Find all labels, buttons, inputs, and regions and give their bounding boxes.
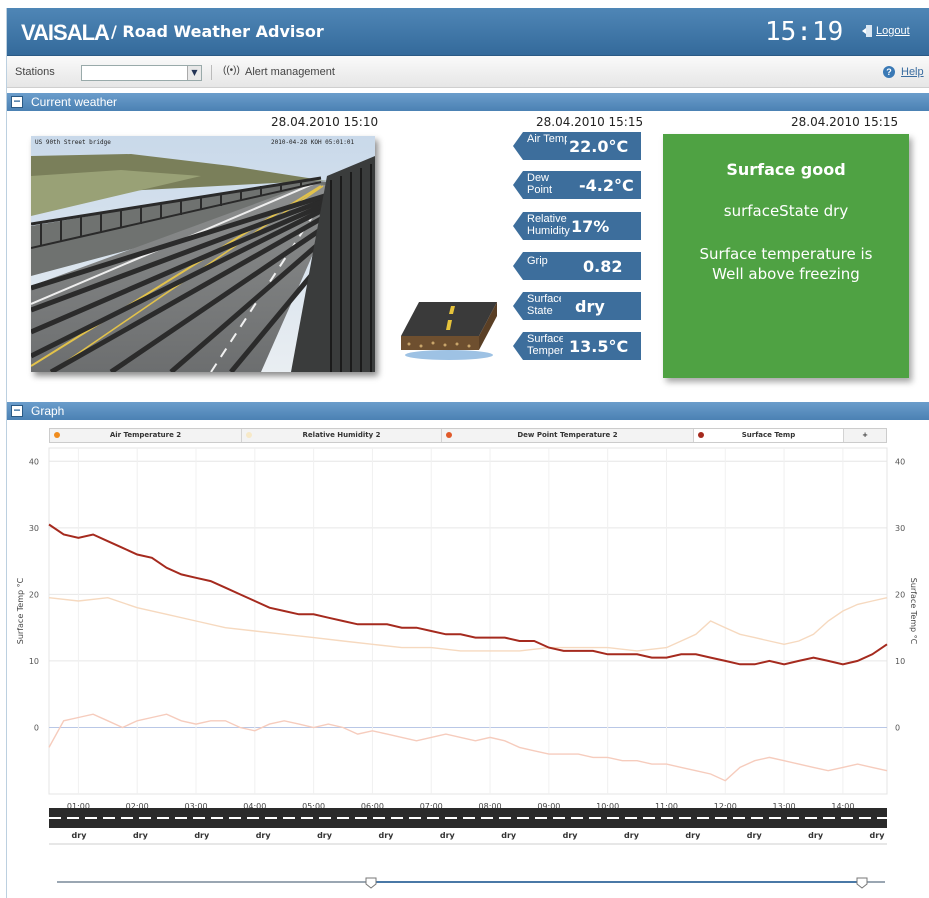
y-tick-label: 40 xyxy=(29,457,39,466)
y-tick-label-right: 10 xyxy=(895,657,905,666)
range-slider-handle-right[interactable] xyxy=(856,877,868,889)
surface-state-label: dry xyxy=(133,831,149,840)
surface-state-label: dry xyxy=(747,831,763,840)
surface-state-label: dry xyxy=(870,831,886,840)
surface-state-label: dry xyxy=(256,831,272,840)
surface-state-label: dry xyxy=(72,831,88,840)
y-axis-title: Surface Temp °C xyxy=(16,577,25,644)
surface-state-label: dry xyxy=(317,831,333,840)
y-axis-title-right: Surface Temp °C xyxy=(909,578,918,645)
surface-state-label: dry xyxy=(563,831,579,840)
plot-area xyxy=(48,447,888,795)
surface-state-label: dry xyxy=(501,831,517,840)
app-frame: VAISALA / Road Weather Advisor 15:19 Log… xyxy=(6,8,929,898)
surface-state-label: dry xyxy=(194,831,210,840)
y-tick-label: 10 xyxy=(29,657,39,666)
y-tick-label: 30 xyxy=(29,524,39,533)
surface-state-label: dry xyxy=(378,831,394,840)
surface-state-label: dry xyxy=(624,831,640,840)
y-tick-label-right: 20 xyxy=(895,590,905,599)
y-tick-label: 20 xyxy=(29,590,39,599)
y-tick-label-right: 0 xyxy=(895,723,900,732)
surface-state-label: dry xyxy=(440,831,456,840)
range-slider-handle-left[interactable] xyxy=(365,877,377,889)
surface-state-label: dry xyxy=(808,831,824,840)
y-tick-label-right: 30 xyxy=(895,524,905,533)
surface-state-label: dry xyxy=(685,831,701,840)
surface-temp-chart: 0 010 1020 2030 3040 4001:00 02:00 03:00 04:00 05… xyxy=(16,447,918,889)
y-tick-label: 0 xyxy=(34,723,39,732)
y-tick-label-right: 40 xyxy=(895,457,905,466)
